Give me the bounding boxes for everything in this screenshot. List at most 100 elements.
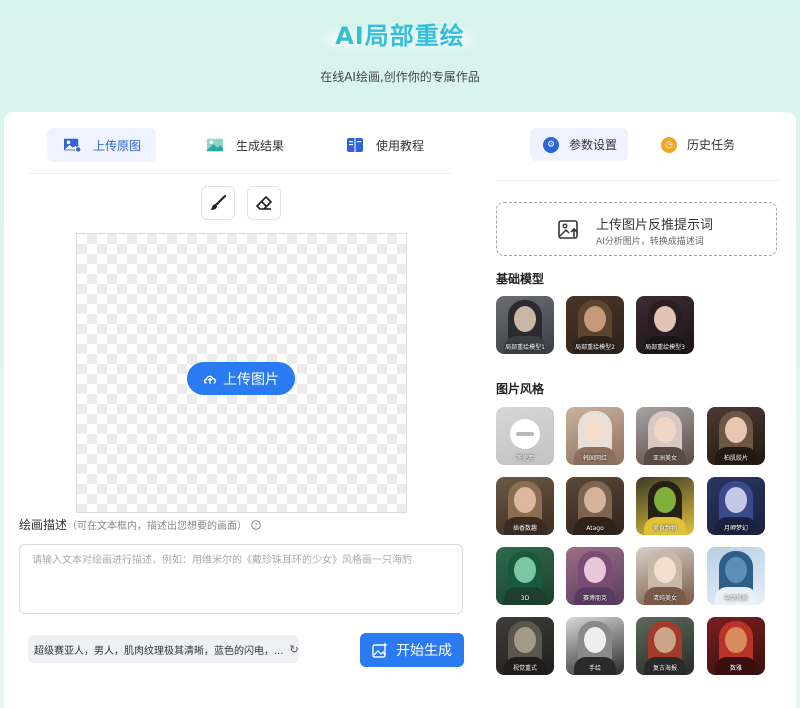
image-upload-icon	[64, 138, 81, 153]
eraser-tool-button[interactable]	[247, 186, 281, 220]
help-icon[interactable]: ?	[251, 520, 261, 530]
page-subtitle: 在线AI绘画,创作你的专属作品	[320, 70, 480, 84]
description-label: 绘画描述（可在文本框内，描述出您想要的画面） ?	[19, 516, 261, 533]
style-item[interactable]: 复古海报	[636, 617, 694, 675]
thumbnail-face	[725, 627, 747, 653]
thumbnail-caption: 局部重绘模型3	[645, 344, 685, 351]
start-generate-button[interactable]: 开始生成	[360, 633, 464, 667]
prompt-suggestion-chip[interactable]: 超级赛亚人，男人，肌肉纹理极其清晰，蓝色的闪电，... ↻	[28, 635, 299, 663]
tab-tutorial-label: 使用教程	[376, 138, 425, 153]
style-item[interactable]: 月岬梦幻	[707, 477, 765, 535]
settings-icon: ⚙	[543, 136, 559, 153]
thumbnail-caption: 数雅	[729, 665, 742, 672]
eraser-icon	[256, 196, 272, 210]
reverse-prompt-title: 上传图片反推提示词	[596, 218, 714, 233]
base-model-title: 基础模型	[496, 272, 545, 286]
thumbnail-caption: 柏肌胶片	[723, 455, 748, 462]
start-generate-label: 开始生成	[396, 643, 452, 659]
upload-image-label: 上传图片	[223, 371, 279, 388]
tab-tutorial[interactable]: 使用教程	[330, 128, 434, 162]
thumbnail-face	[584, 487, 606, 513]
thumbnail-caption: 局部重绘模型1	[505, 344, 545, 351]
base-model-item[interactable]: 局部重绘模型1	[496, 296, 554, 354]
style-item[interactable]: 3D	[496, 547, 554, 605]
tab-divider	[30, 173, 450, 174]
style-item[interactable]: 手绘	[566, 617, 624, 675]
thumbnail-caption: 复古海报	[652, 665, 677, 672]
thumbnail-face	[584, 306, 606, 332]
brush-tool-button[interactable]	[201, 186, 235, 220]
tab-parameters[interactable]: ⚙ 参数设置	[530, 128, 628, 161]
thumbnail-face	[725, 487, 747, 513]
thumbnail-caption: 手绘	[588, 665, 601, 672]
style-title: 图片风格	[496, 382, 545, 396]
thumbnail-face	[514, 487, 536, 513]
thumbnail-face	[654, 557, 676, 583]
thumbnail-caption: 清纯美女	[652, 595, 677, 602]
thumbnail-caption: Atago	[586, 525, 604, 532]
thumbnail-face	[725, 557, 747, 583]
description-input[interactable]: 请输入文本对绘画进行描述，例如：用维米尔的《戴珍珠耳环的少女》风格画一只海豹	[19, 544, 463, 614]
main-card: 上传原图 生成结果 使用教程 上传图片 绘画描述（可在文本框内，描述出您想要的画…	[4, 112, 796, 708]
base-model-item[interactable]: 局部重绘模型3	[636, 296, 694, 354]
thumbnail-face	[514, 306, 536, 332]
thumbnail-face	[514, 557, 536, 583]
upload-image-button[interactable]: 上传图片	[187, 362, 295, 395]
style-item[interactable]: 视觉重式	[496, 617, 554, 675]
thumbnail-face	[584, 417, 606, 443]
thumbnail-caption: 美食静物	[652, 525, 677, 532]
thumbnail-caption: 赛博朋克	[582, 595, 607, 602]
thumbnail-face	[654, 627, 676, 653]
brush-icon	[211, 194, 227, 210]
thumbnail-caption: 局部重绘模型2	[575, 344, 615, 351]
thumbnail-face	[654, 487, 676, 513]
svg-text:?: ?	[254, 521, 257, 529]
description-placeholder: 请输入文本对绘画进行描述，例如：用维米尔的《戴珍珠耳环的少女》风格画一只海豹	[32, 555, 412, 566]
base-model-item[interactable]: 局部重绘模型2	[566, 296, 624, 354]
style-item[interactable]: 插香数趣	[496, 477, 554, 535]
cloud-upload-icon	[203, 375, 217, 384]
thumbnail-caption: 不使用	[515, 455, 534, 462]
style-item[interactable]: 韩国网红	[566, 407, 624, 465]
style-item[interactable]: 柏肌胶片	[707, 407, 765, 465]
tab-history-label: 历史任务	[687, 138, 736, 152]
thumbnail-caption: 亚洲美女	[652, 455, 677, 462]
image-sparkle-icon	[372, 642, 388, 658]
tab-parameters-label: 参数设置	[569, 138, 618, 152]
style-item[interactable]: 赛博朋克	[566, 547, 624, 605]
image-upload-arrow-icon	[558, 220, 578, 239]
reverse-prompt-upload[interactable]: 上传图片反推提示词 AI分析图片，转换成描述词	[496, 202, 777, 256]
no-style-icon-bar	[516, 432, 534, 436]
book-icon	[347, 138, 363, 152]
thumbnail-face	[654, 306, 676, 332]
thumbnail-caption: 电商风影	[723, 595, 748, 602]
reverse-prompt-subtitle: AI分析图片，转换成描述词	[596, 237, 704, 247]
tab-upload-label: 上传原图	[93, 138, 142, 153]
thumbnail-caption: 插香数趣	[512, 525, 537, 532]
thumbnail-caption: 月岬梦幻	[723, 525, 748, 532]
tab-result-label: 生成结果	[236, 138, 285, 153]
thumbnail-face	[584, 557, 606, 583]
style-item[interactable]: 数雅	[707, 617, 765, 675]
style-item[interactable]: Atago	[566, 477, 624, 535]
tab-upload-image[interactable]: 上传原图	[47, 128, 156, 162]
page-title: AI局部重绘	[0, 16, 800, 51]
tab-history[interactable]: ◷ 历史任务	[656, 128, 756, 161]
prompt-suggestion-text: 超级赛亚人，男人，肌肉纹理极其清晰，蓝色的闪电，...	[34, 645, 284, 657]
refresh-icon[interactable]: ↻	[290, 643, 299, 656]
hero-header: AI局部重绘 在线AI绘画,创作你的专属作品	[0, 0, 800, 110]
style-item[interactable]: 电商风影	[707, 547, 765, 605]
landscape-icon	[206, 138, 224, 152]
thumbnail-face	[514, 627, 536, 653]
thumbnail-face	[725, 417, 747, 443]
style-item[interactable]: 美食静物	[636, 477, 694, 535]
style-item[interactable]: 清纯美女	[636, 547, 694, 605]
thumbnail-caption: 韩国网红	[582, 455, 607, 462]
style-item[interactable]: 亚洲美女	[636, 407, 694, 465]
thumbnail-face	[654, 417, 676, 443]
tab-result[interactable]: 生成结果	[190, 128, 294, 162]
clock-icon: ◷	[661, 136, 677, 153]
style-item[interactable]: 不使用	[496, 407, 554, 465]
description-title: 绘画描述	[19, 518, 68, 532]
thumbnail-caption: 视觉重式	[512, 665, 537, 672]
